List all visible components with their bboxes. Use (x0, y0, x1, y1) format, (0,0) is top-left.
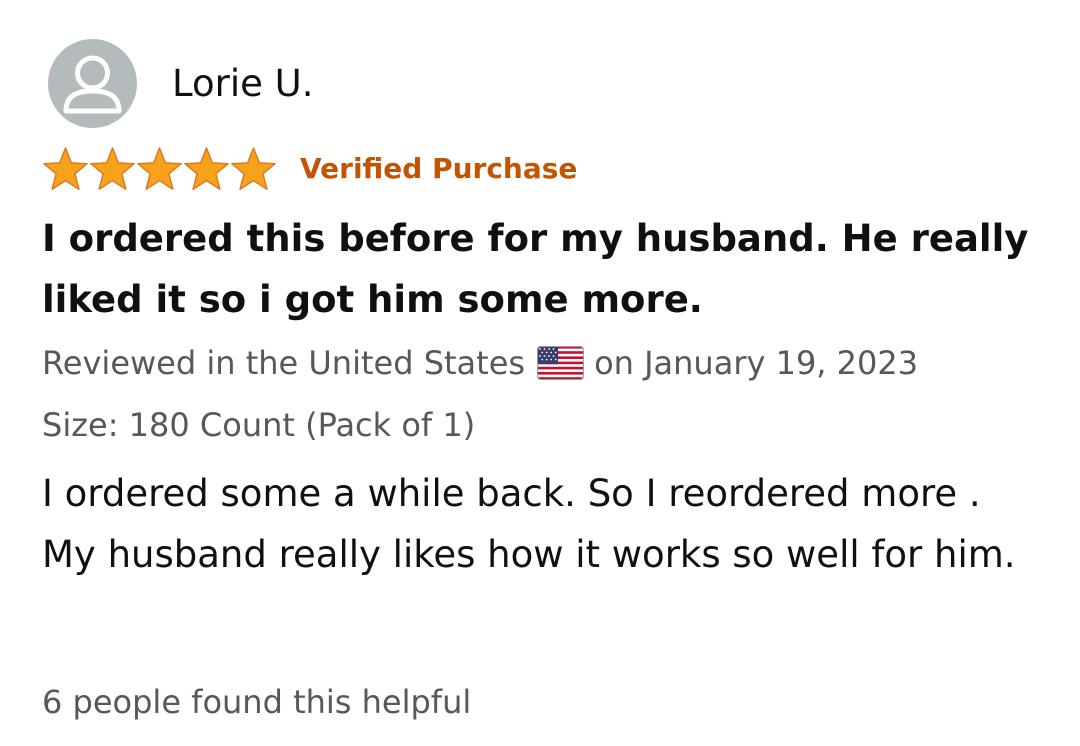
reviewed-in-label: Reviewed in the United States (42, 344, 526, 382)
review-meta: Reviewed in the United States on January… (42, 338, 918, 388)
star-icon (184, 147, 229, 190)
verified-purchase-badge: Verified Purchase (300, 152, 578, 185)
review-title[interactable]: I ordered this before for my husband. He… (42, 208, 1052, 330)
reviewer-avatar-icon[interactable] (48, 39, 137, 128)
customer-review: Lorie U. Verified Purchase I ordered thi… (0, 0, 1080, 746)
us-flag-icon (537, 346, 585, 380)
review-date: on January 19, 2023 (594, 344, 919, 382)
star-icon (90, 147, 135, 190)
star-rating[interactable] (42, 146, 277, 192)
helpful-count: 6 people found this helpful (42, 683, 472, 721)
review-body: I ordered some a while back. So I reorde… (42, 472, 1016, 576)
star-icon (43, 147, 88, 190)
reviewer-name[interactable]: Lorie U. (172, 60, 313, 108)
star-icon (137, 147, 182, 190)
product-variant-size: Size: 180 Count (Pack of 1) (42, 406, 476, 444)
star-icon (231, 147, 276, 190)
